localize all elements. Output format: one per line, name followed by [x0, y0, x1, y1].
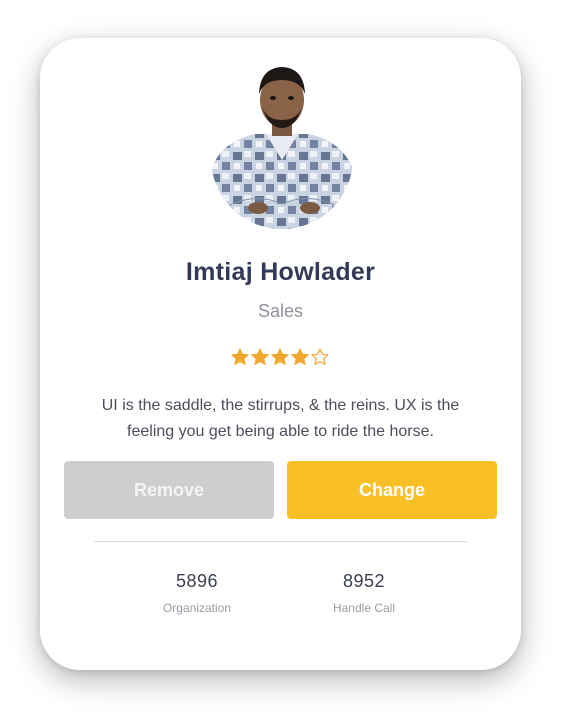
- stat-value: 8952: [342, 571, 386, 591]
- divider: [94, 541, 467, 542]
- profile-card: Imtiaj Howlader Sales UI is the saddle, …: [40, 38, 521, 670]
- stat-handle-call: 8952 Handle Call: [284, 571, 444, 615]
- rating-stars: [231, 348, 329, 368]
- stat-organization: 5896 Organization: [117, 571, 277, 615]
- stat-label: Organization: [162, 601, 232, 615]
- remove-button[interactable]: Remove: [64, 461, 274, 519]
- star-filled-icon: [231, 348, 249, 365]
- star-outline-icon: [311, 348, 329, 365]
- profile-role: Sales: [257, 301, 304, 321]
- avatar: [210, 62, 354, 230]
- change-button[interactable]: Change: [287, 461, 497, 519]
- star-filled-icon: [271, 348, 289, 365]
- stat-label: Handle Call: [332, 601, 396, 615]
- star-filled-icon: [251, 348, 269, 365]
- star-filled-icon: [291, 348, 309, 365]
- profile-name: Imtiaj Howlader: [185, 258, 376, 286]
- stat-value: 5896: [175, 571, 219, 591]
- profile-bio: UI is the saddle, the stirrups, & the re…: [101, 397, 460, 440]
